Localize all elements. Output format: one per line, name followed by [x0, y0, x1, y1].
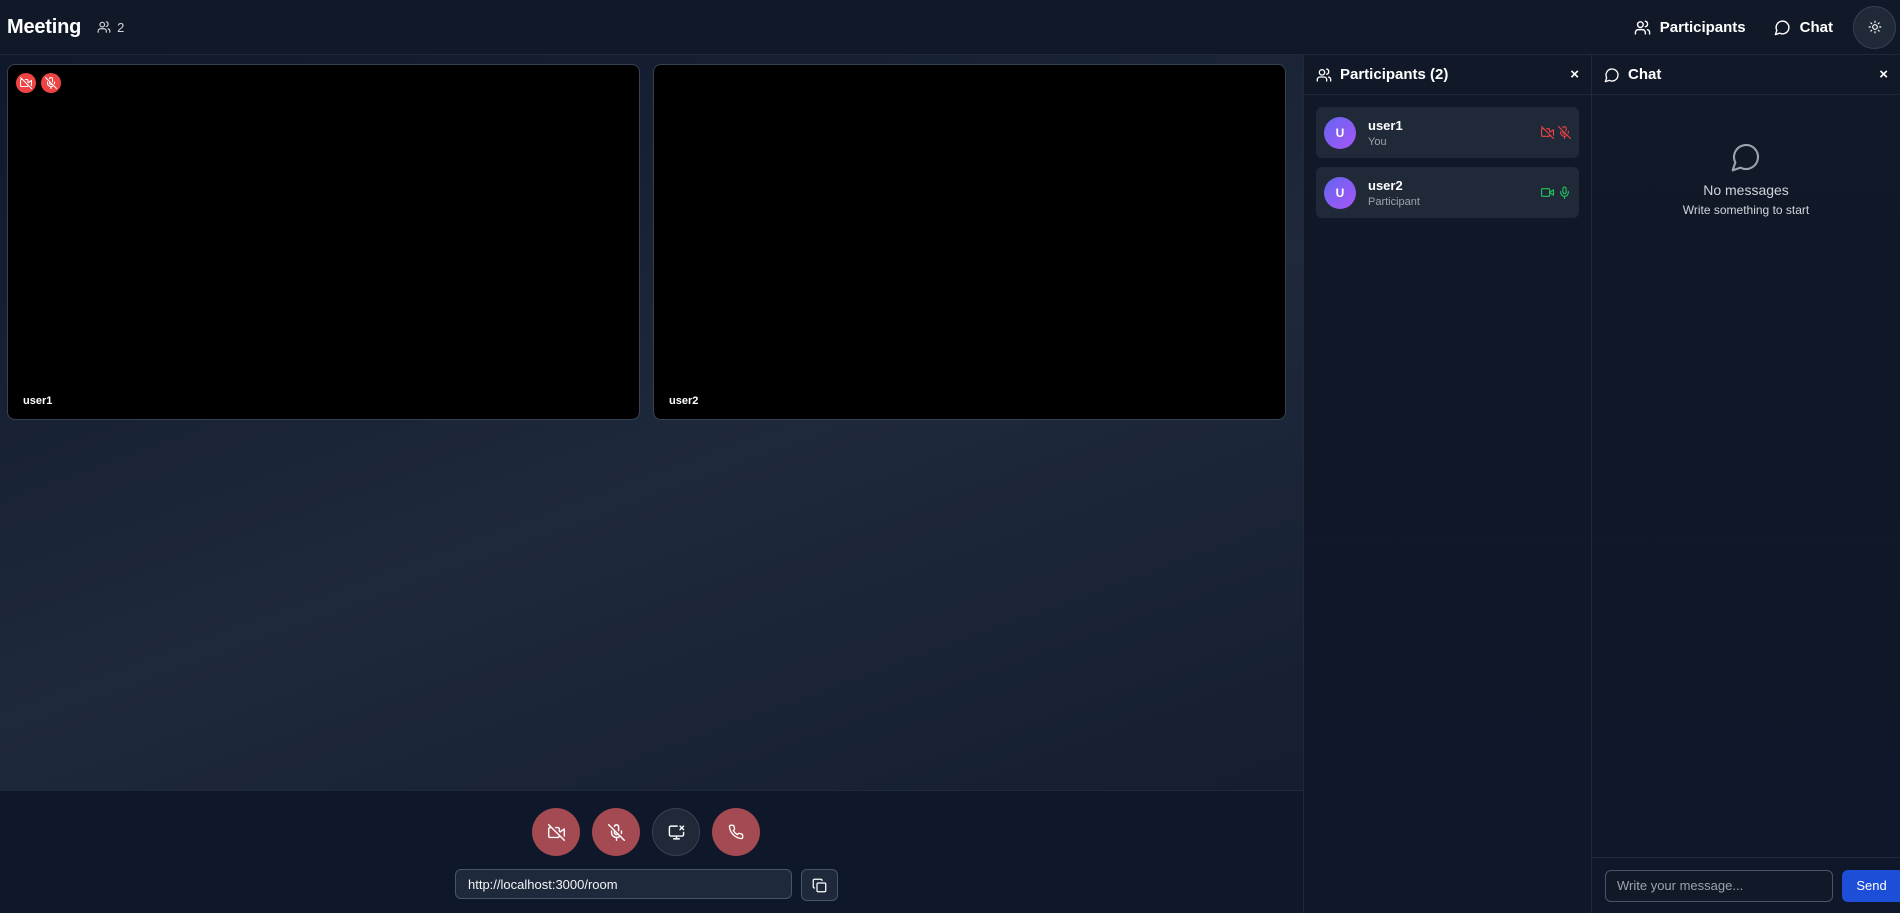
- meeting-link-row: [455, 869, 838, 901]
- message-input[interactable]: [1605, 869, 1834, 902]
- chat-panel-title: Chat: [1604, 66, 1661, 83]
- video-tile-user2[interactable]: user2: [653, 64, 1286, 420]
- message-circle-icon: [1774, 19, 1791, 36]
- mic-off-icon: [41, 73, 61, 93]
- participant-count-value: 2: [117, 19, 125, 35]
- screen-share-button[interactable]: [652, 808, 700, 856]
- participants-panel-header: Participants (2) ×: [1304, 55, 1591, 95]
- participants-title-text: Participants (2): [1340, 66, 1449, 83]
- meeting-title: Meeting: [7, 15, 82, 38]
- mic-off-icon: [607, 823, 625, 841]
- tile-status-badges: [16, 73, 61, 93]
- participants-toggle-button[interactable]: Participants: [1620, 0, 1760, 54]
- video-off-icon: [1541, 126, 1554, 139]
- video-tile-name: user1: [23, 395, 53, 407]
- header-right: Participants Chat: [1620, 0, 1900, 54]
- mic-icon: [1558, 186, 1571, 199]
- participants-list: U user1 You U user2 Participant: [1304, 95, 1591, 230]
- participant-role: You: [1368, 135, 1387, 148]
- participants-button-label: Participants: [1659, 18, 1746, 36]
- empty-title: No messages: [1703, 182, 1789, 198]
- screen-share-off-icon: [668, 824, 685, 841]
- end-call-button[interactable]: [712, 808, 760, 856]
- meeting-link-field[interactable]: [455, 869, 792, 899]
- participant-count: 2: [97, 20, 124, 35]
- top-header: Meeting 2 Participants Chat: [0, 0, 1900, 55]
- call-controls: [532, 808, 760, 856]
- video-tile-user1[interactable]: user1: [7, 64, 640, 420]
- participant-info: user1 You: [1368, 118, 1541, 148]
- chat-button-label: Chat: [1799, 18, 1833, 36]
- control-bar: [0, 790, 1303, 913]
- copy-link-button[interactable]: [801, 869, 838, 901]
- video-off-icon: [16, 73, 36, 93]
- users-icon: [1316, 67, 1332, 83]
- video-off-icon: [547, 823, 565, 841]
- video-grid: user1 user2: [0, 55, 1303, 790]
- close-chat-button[interactable]: ×: [1879, 66, 1888, 83]
- participant-role: Participant: [1368, 195, 1420, 208]
- participant-status-icons: [1541, 186, 1571, 199]
- copy-icon: [812, 878, 827, 893]
- message-circle-icon: [1730, 141, 1762, 173]
- participant-item-user1[interactable]: U user1 You: [1316, 107, 1579, 158]
- toggle-camera-button[interactable]: [532, 808, 580, 856]
- participant-name: user1: [1368, 117, 1403, 133]
- chat-composer: Send: [1592, 857, 1900, 913]
- chat-empty-state: No messages Write something to start: [1592, 141, 1900, 217]
- empty-subtitle: Write something to start: [1682, 203, 1810, 217]
- participant-item-user2[interactable]: U user2 Participant: [1316, 167, 1579, 218]
- video-icon: [1541, 186, 1554, 199]
- chat-panel-header: Chat ×: [1592, 55, 1900, 95]
- users-icon: [97, 20, 111, 34]
- sun-icon: [1868, 20, 1882, 34]
- users-icon: [1634, 19, 1651, 36]
- header-left: Meeting 2: [7, 16, 124, 39]
- chat-panel: Chat × No messages Write something to st…: [1591, 55, 1900, 913]
- toggle-mic-button[interactable]: [592, 808, 640, 856]
- participant-status-icons: [1541, 126, 1571, 139]
- avatar: U: [1324, 116, 1356, 149]
- theme-toggle-button[interactable]: [1853, 5, 1896, 49]
- avatar: U: [1324, 176, 1356, 209]
- chat-toggle-button[interactable]: Chat: [1760, 0, 1847, 54]
- chat-title-text: Chat: [1628, 66, 1662, 83]
- message-circle-icon: [1604, 67, 1620, 83]
- participants-panel: Participants (2) × U user1 You U user2 P…: [1303, 55, 1591, 913]
- participant-name: user2: [1368, 177, 1403, 193]
- participants-panel-title: Participants (2): [1316, 66, 1448, 83]
- participant-info: user2 Participant: [1368, 178, 1541, 208]
- mic-off-icon: [1558, 126, 1571, 139]
- phone-icon: [728, 824, 744, 840]
- video-tile-name: user2: [669, 395, 699, 407]
- send-button[interactable]: Send: [1842, 869, 1900, 902]
- close-participants-button[interactable]: ×: [1570, 66, 1579, 83]
